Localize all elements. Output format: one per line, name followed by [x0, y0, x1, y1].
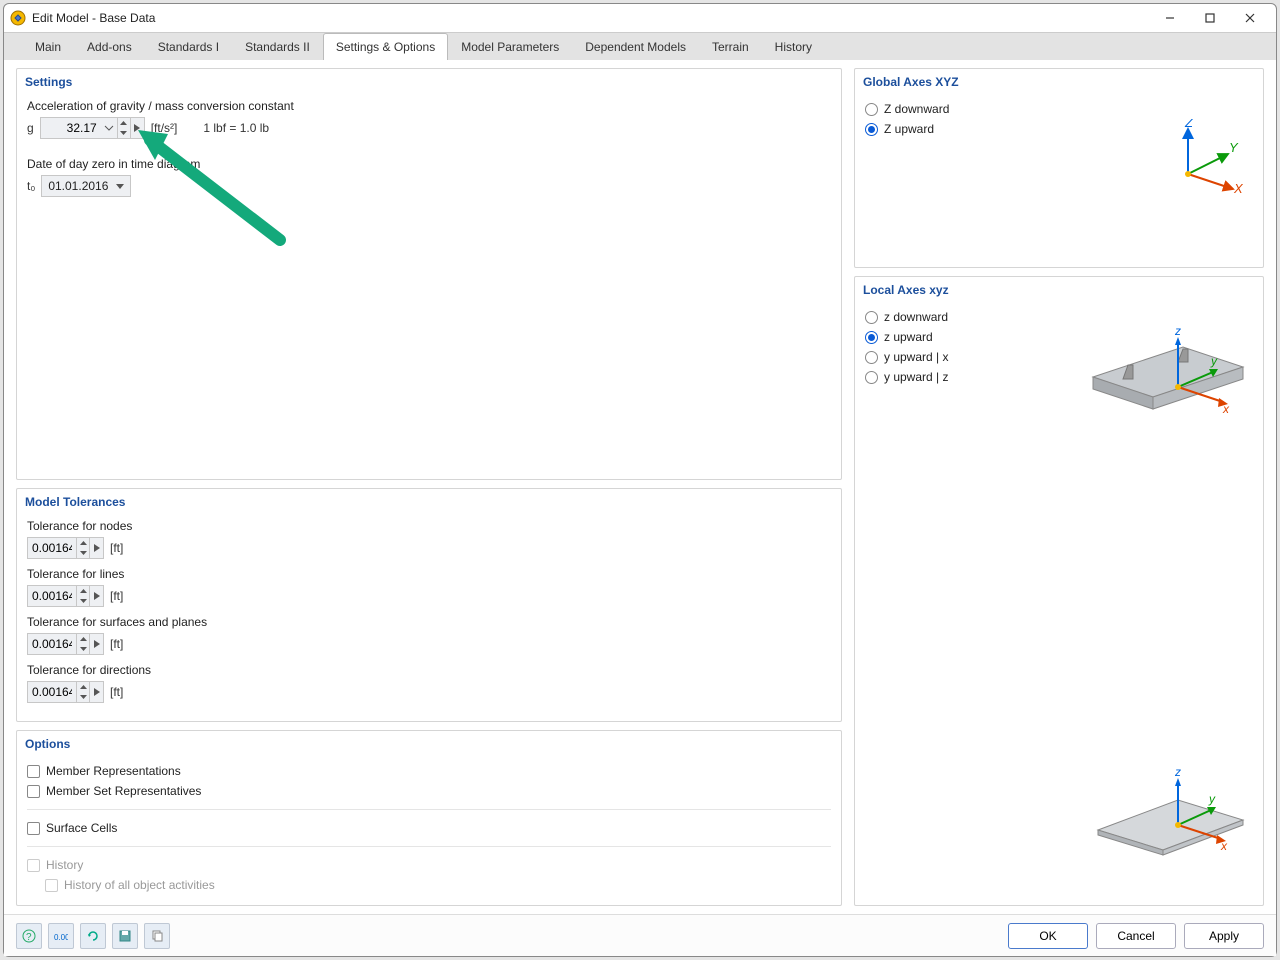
tolerance-input-box-0[interactable] [27, 537, 104, 559]
date-prefix: t₀ [27, 179, 35, 193]
local-axes-panel: Local Axes xyz z downwardz upwardy upwar… [854, 276, 1264, 906]
svg-text:0.00: 0.00 [54, 933, 68, 942]
window-title: Edit Model - Base Data [32, 11, 1150, 25]
tab-standards2[interactable]: Standards II [232, 33, 323, 60]
titlebar: Edit Model - Base Data [4, 4, 1276, 32]
tab-main[interactable]: Main [22, 33, 74, 60]
tool-save[interactable] [112, 923, 138, 949]
gravity-prefix: g [27, 121, 34, 135]
tab-settings-options[interactable]: Settings & Options [323, 33, 448, 61]
gravity-spin-up[interactable] [118, 118, 130, 128]
tolerance-spin-down-3[interactable] [77, 692, 89, 702]
check-member-set-rep[interactable]: Member Set Representatives [27, 781, 831, 801]
panel-title-options: Options [17, 731, 841, 755]
global-axes-icon: Z Y X [1163, 119, 1243, 199]
tolerance-input-0[interactable] [28, 541, 76, 555]
tool-copy[interactable] [144, 923, 170, 949]
tool-refresh[interactable] [80, 923, 106, 949]
panel-title-settings: Settings [17, 69, 841, 93]
svg-text:y: y [1208, 792, 1216, 806]
tolerance-play-0[interactable] [89, 538, 103, 558]
chevron-down-icon[interactable] [104, 125, 114, 131]
svg-text:?: ? [26, 932, 32, 943]
tolerance-label-0: Tolerance for nodes [27, 519, 831, 533]
tolerance-label-3: Tolerance for directions [27, 663, 831, 677]
tolerance-unit-1: [ft] [110, 589, 123, 603]
tolerance-spin-up-1[interactable] [77, 586, 89, 596]
tolerance-spin-up-2[interactable] [77, 634, 89, 644]
tolerance-spin-down-2[interactable] [77, 644, 89, 654]
local-axes-plate-icon: z y x [1083, 765, 1253, 885]
tolerance-unit-0: [ft] [110, 541, 123, 555]
app-icon [10, 10, 26, 26]
tolerance-play-3[interactable] [89, 682, 103, 702]
gravity-play-button[interactable] [130, 118, 144, 138]
tolerance-spin-down-1[interactable] [77, 596, 89, 606]
tab-model-parameters[interactable]: Model Parameters [448, 33, 572, 60]
local-axes-beam-icon: z y x [1083, 317, 1253, 437]
global-axes-panel: Global Axes XYZ Z downward Z upward Z Y … [854, 68, 1264, 268]
panel-title-tolerances: Model Tolerances [17, 489, 841, 513]
tolerances-panel: Model Tolerances Tolerance for nodes [ft… [16, 488, 842, 722]
tab-history[interactable]: History [762, 33, 825, 60]
svg-text:x: x [1222, 402, 1230, 416]
apply-button[interactable]: Apply [1184, 923, 1264, 949]
cancel-button[interactable]: Cancel [1096, 923, 1176, 949]
gravity-spin-down[interactable] [118, 128, 130, 138]
svg-text:z: z [1174, 324, 1181, 338]
tolerance-label-2: Tolerance for surfaces and planes [27, 615, 831, 629]
tool-units[interactable]: 0.00 [48, 923, 74, 949]
tolerance-unit-2: [ft] [110, 637, 123, 651]
tab-addons[interactable]: Add-ons [74, 33, 145, 60]
check-history: History [27, 855, 831, 875]
tolerance-input-box-1[interactable] [27, 585, 104, 607]
tolerance-spin-up-0[interactable] [77, 538, 89, 548]
gravity-unit: [ft/s²] [151, 121, 178, 135]
tolerance-input-box-2[interactable] [27, 633, 104, 655]
close-button[interactable] [1230, 6, 1270, 30]
tool-help[interactable]: ? [16, 923, 42, 949]
tab-standards1[interactable]: Standards I [145, 33, 232, 60]
svg-text:x: x [1220, 839, 1228, 853]
options-panel: Options Member Representations Member Se… [16, 730, 842, 906]
gravity-note: 1 lbf = 1.0 lb [203, 121, 269, 135]
footer: ? 0.00 OK Cancel Apply [4, 914, 1276, 956]
gravity-input-box[interactable] [40, 117, 145, 139]
gravity-input[interactable] [41, 121, 101, 135]
settings-panel: Settings Acceleration of gravity / mass … [16, 68, 842, 480]
tabbar: Main Add-ons Standards I Standards II Se… [4, 32, 1276, 60]
gravity-label: Acceleration of gravity / mass conversio… [27, 99, 831, 113]
svg-text:X: X [1233, 181, 1243, 196]
date-dropdown[interactable]: 01.01.2016 [41, 175, 131, 197]
tolerance-input-box-3[interactable] [27, 681, 104, 703]
date-label: Date of day zero in time diagram [27, 157, 831, 171]
tolerance-unit-3: [ft] [110, 685, 123, 699]
tolerance-label-1: Tolerance for lines [27, 567, 831, 581]
tolerance-input-2[interactable] [28, 637, 76, 651]
panel-title-local-axes: Local Axes xyz [855, 277, 1263, 301]
check-surface-cells[interactable]: Surface Cells [27, 818, 831, 838]
tolerance-play-2[interactable] [89, 634, 103, 654]
tolerance-input-3[interactable] [28, 685, 76, 699]
ok-button[interactable]: OK [1008, 923, 1088, 949]
radio-global-z-down[interactable]: Z downward [865, 99, 1253, 119]
tolerance-input-1[interactable] [28, 589, 76, 603]
tab-dependent-models[interactable]: Dependent Models [572, 33, 699, 60]
panel-title-global-axes: Global Axes XYZ [855, 69, 1263, 93]
tolerance-play-1[interactable] [89, 586, 103, 606]
date-value: 01.01.2016 [48, 179, 116, 193]
svg-text:z: z [1174, 765, 1181, 779]
svg-text:Z: Z [1184, 119, 1194, 130]
tolerance-spin-down-0[interactable] [77, 548, 89, 558]
check-member-rep[interactable]: Member Representations [27, 761, 831, 781]
svg-text:y: y [1210, 354, 1218, 368]
tolerance-spin-up-3[interactable] [77, 682, 89, 692]
svg-text:Y: Y [1229, 140, 1239, 155]
minimize-button[interactable] [1150, 6, 1190, 30]
maximize-button[interactable] [1190, 6, 1230, 30]
tab-terrain[interactable]: Terrain [699, 33, 762, 60]
check-history-all: History of all object activities [45, 875, 831, 895]
